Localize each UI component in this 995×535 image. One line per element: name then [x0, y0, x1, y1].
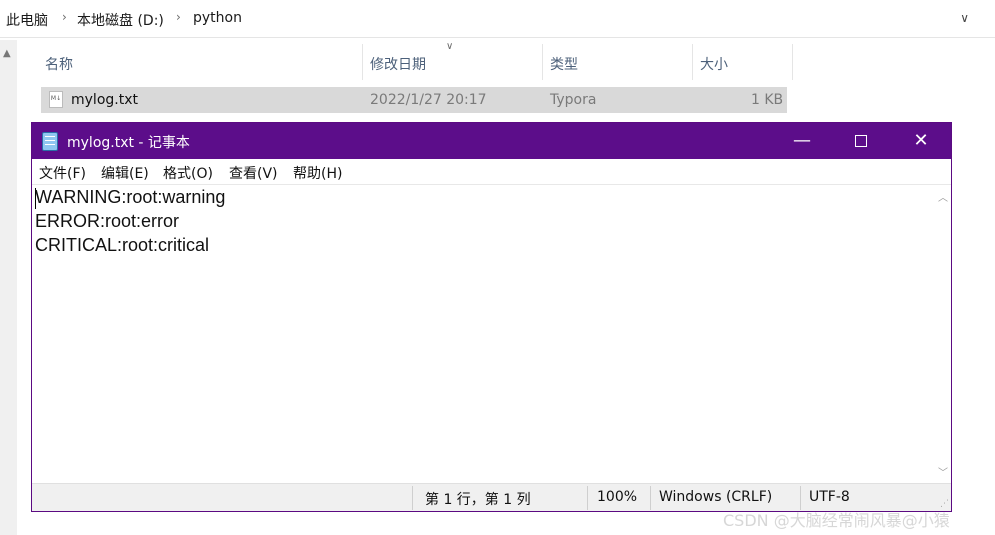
- status-divider: [412, 486, 413, 510]
- menu-file[interactable]: 文件(F): [39, 163, 86, 183]
- breadcrumb-local-disk[interactable]: 本地磁盘 (D:): [77, 10, 164, 30]
- maximize-button[interactable]: [832, 123, 890, 159]
- text-line: CRITICAL:root:critical: [35, 235, 210, 255]
- notepad-app-icon: [42, 132, 58, 151]
- column-header-name[interactable]: 名称: [37, 44, 362, 80]
- text-line: ERROR:root:error: [35, 211, 180, 231]
- menu-help[interactable]: 帮助(H): [293, 163, 342, 183]
- scroll-down-icon[interactable]: ﹀: [938, 464, 948, 479]
- file-size: 1 KB: [751, 92, 784, 108]
- menu-edit[interactable]: 编辑(E): [101, 163, 149, 183]
- status-cursor-position: 第 1 行，第 1 列: [425, 492, 531, 508]
- notepad-title-bar[interactable]: mylog.txt - 记事本 — ✕: [32, 123, 951, 159]
- chevron-right-icon: ›: [176, 10, 181, 24]
- minimize-button[interactable]: —: [773, 123, 831, 159]
- text-editor-area[interactable]: WARNING:root:warning ERROR:root:error CR…: [32, 185, 934, 483]
- status-line-ending: Windows (CRLF): [659, 489, 773, 505]
- text-line: WARNING:root:warning: [35, 187, 226, 207]
- explorer-address-bar[interactable]: 此电脑 › 本地磁盘 (D:) › python ∨: [0, 0, 995, 38]
- column-header-modified[interactable]: 修改日期: [362, 44, 542, 80]
- status-divider: [587, 486, 588, 510]
- menu-bar: 文件(F) 编辑(E) 格式(O) 查看(V) 帮助(H): [32, 159, 951, 185]
- status-zoom: 100%: [597, 489, 638, 505]
- markdown-file-icon: M↓: [49, 91, 63, 108]
- watermark: CSDN @大脑经常闹风暴@小猿: [723, 511, 950, 530]
- column-divider[interactable]: [792, 44, 793, 80]
- breadcrumb-python[interactable]: python: [193, 10, 242, 26]
- notepad-window: mylog.txt - 记事本 — ✕ 文件(F) 编辑(E) 格式(O) 查看…: [31, 122, 952, 512]
- screen: 此电脑 › 本地磁盘 (D:) › python ∨ ▲ 名称 ∨ 修改日期 类…: [0, 0, 995, 535]
- breadcrumb-this-pc[interactable]: 此电脑: [6, 10, 48, 30]
- column-header-type[interactable]: 类型: [542, 44, 692, 80]
- vertical-scrollbar[interactable]: ︿ ﹀: [934, 185, 951, 483]
- file-type: Typora: [550, 92, 597, 108]
- status-encoding: UTF-8: [809, 489, 850, 505]
- window-title: mylog.txt - 记事本: [67, 135, 190, 151]
- status-divider: [650, 486, 651, 510]
- file-name: mylog.txt: [71, 92, 138, 108]
- close-button[interactable]: ✕: [892, 123, 950, 159]
- scroll-up-icon[interactable]: ▲: [3, 48, 11, 59]
- nav-pane-scrollbar[interactable]: ▲: [0, 40, 17, 535]
- menu-view[interactable]: 查看(V): [229, 163, 278, 183]
- scroll-up-icon[interactable]: ︿: [938, 189, 948, 204]
- file-row[interactable]: M↓ mylog.txt 2022/1/27 20:17 Typora 1 KB: [41, 87, 787, 113]
- file-modified: 2022/1/27 20:17: [370, 92, 487, 108]
- chevron-right-icon: ›: [62, 10, 67, 24]
- maximize-icon: [855, 135, 867, 147]
- chevron-down-icon[interactable]: ∨: [960, 11, 969, 25]
- column-header-size[interactable]: 大小: [692, 44, 792, 80]
- menu-format[interactable]: 格式(O): [163, 163, 213, 183]
